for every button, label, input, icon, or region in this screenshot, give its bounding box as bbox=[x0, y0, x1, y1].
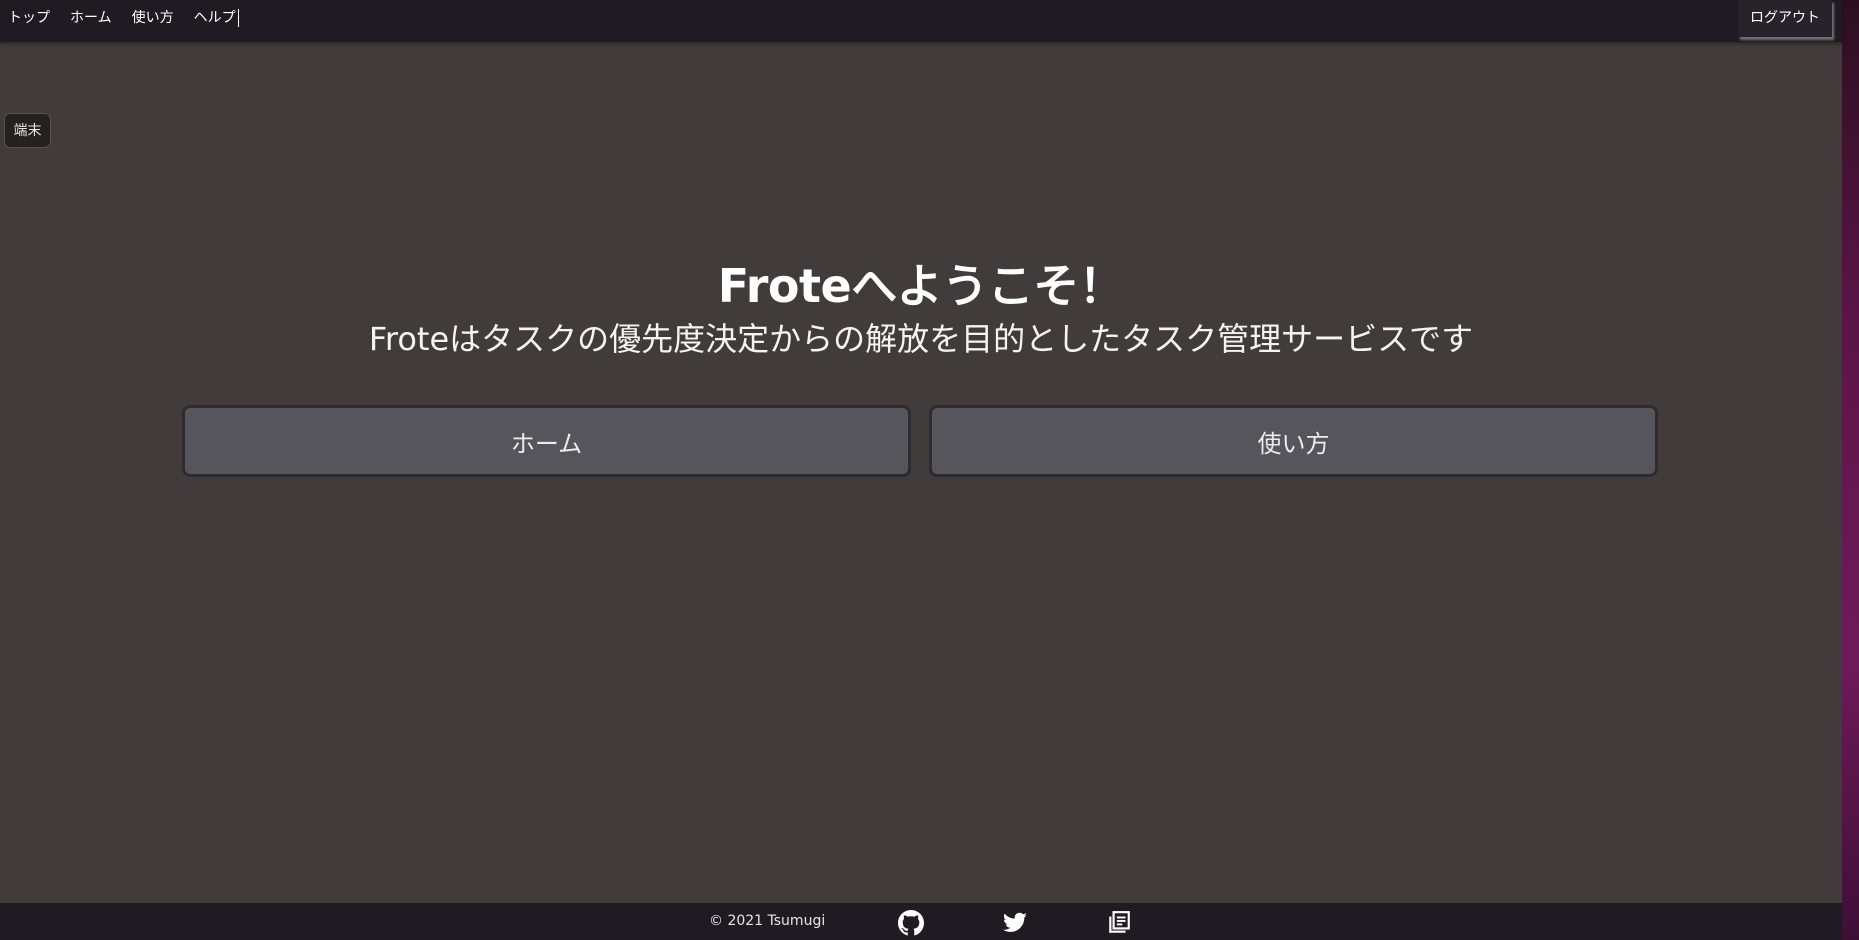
top-nav-bar: トップ ホーム 使い方 ヘルプ ログアウト bbox=[0, 0, 1842, 42]
copyright-text: © 2021 Tsumugi bbox=[709, 913, 826, 929]
docs-icon[interactable] bbox=[1106, 910, 1132, 936]
home-button[interactable]: ホーム bbox=[182, 405, 911, 477]
page-subtitle: Froteはタスクの優先度決定からの解放を目的としたタスク管理サービスです bbox=[368, 320, 1474, 358]
cta-row: ホーム 使い方 bbox=[182, 405, 1658, 477]
footer: © 2021 Tsumugi bbox=[0, 903, 1842, 940]
text-cursor bbox=[237, 9, 239, 27]
github-icon[interactable] bbox=[898, 910, 924, 936]
logout-button[interactable]: ログアウト bbox=[1738, 0, 1832, 37]
nav-item-help[interactable]: ヘルプ bbox=[194, 8, 236, 28]
nav-item-home[interactable]: ホーム bbox=[70, 8, 112, 28]
usage-button[interactable]: 使い方 bbox=[929, 405, 1658, 477]
terminal-button[interactable]: 端末 bbox=[4, 113, 51, 148]
nav-menu: トップ ホーム 使い方 ヘルプ bbox=[8, 8, 239, 28]
nav-item-usage[interactable]: 使い方 bbox=[132, 8, 174, 28]
page-title: Froteへようこそ！ bbox=[717, 259, 1125, 313]
nav-item-top[interactable]: トップ bbox=[8, 8, 50, 28]
twitter-icon[interactable] bbox=[1002, 910, 1028, 936]
window-edge-gradient bbox=[1842, 0, 1859, 940]
